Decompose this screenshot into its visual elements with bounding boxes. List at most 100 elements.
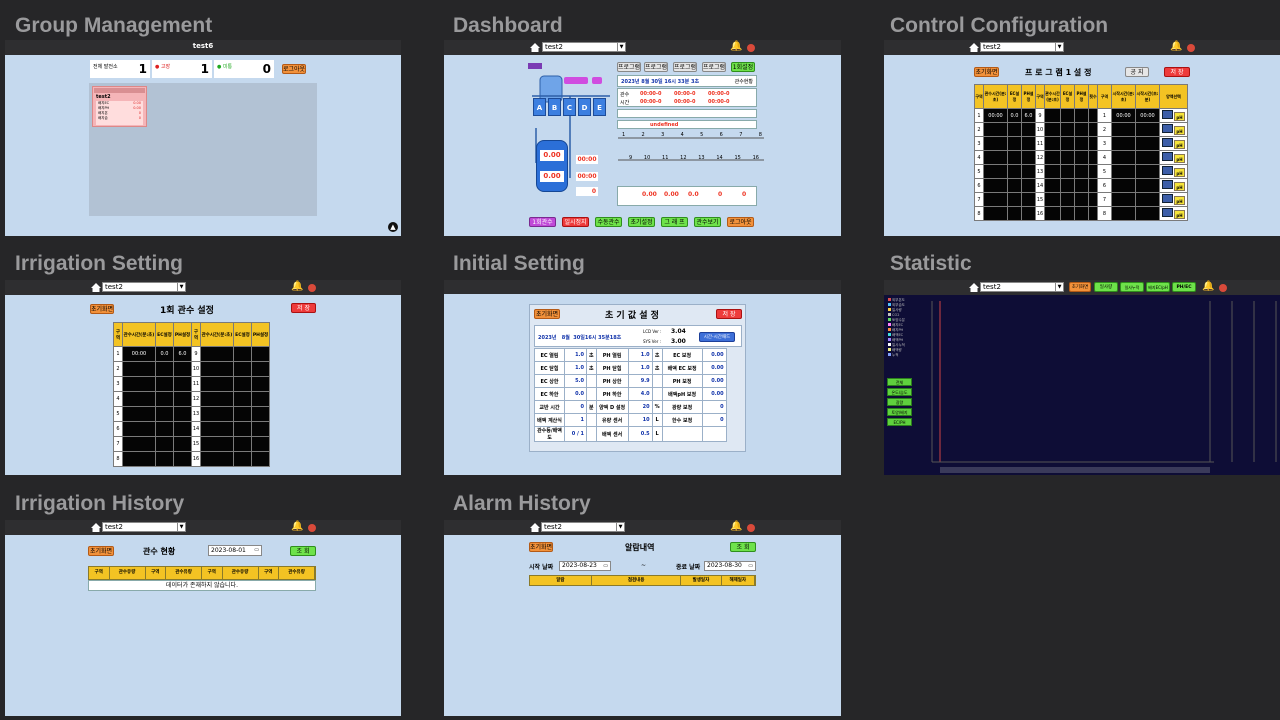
ph-button[interactable]: pH: [1174, 140, 1185, 149]
program-4-button[interactable]: 프로그램4: [702, 62, 726, 72]
program-cell[interactable]: [1007, 164, 1022, 179]
logout-button[interactable]: 로그아웃: [727, 217, 754, 227]
filter-button[interactable]: 광량: [887, 398, 912, 406]
program-cell[interactable]: [983, 150, 1008, 165]
program-cell[interactable]: [1060, 206, 1075, 221]
program-cell[interactable]: [1007, 206, 1022, 221]
count-cell[interactable]: [1088, 178, 1098, 193]
setting-cell[interactable]: [233, 361, 252, 377]
program-cell[interactable]: [1044, 192, 1061, 207]
tab-ph-ec[interactable]: PH/EC: [1172, 282, 1196, 292]
setting-cell[interactable]: [122, 361, 156, 377]
start-time-cell[interactable]: 00:00: [1135, 108, 1160, 123]
home-screen-button[interactable]: 초기화면: [1069, 282, 1091, 292]
scroll-up-icon[interactable]: ▲: [388, 222, 398, 232]
program-cell[interactable]: [983, 192, 1008, 207]
program-cell[interactable]: [1021, 178, 1036, 193]
program-cell[interactable]: [1007, 150, 1022, 165]
site-select[interactable]: test2 ▼: [102, 282, 186, 292]
program-cell[interactable]: [1007, 136, 1022, 151]
home-screen-button[interactable]: 초기화면: [88, 546, 114, 556]
nutrient-button[interactable]: [1162, 180, 1173, 189]
program-cell[interactable]: [1044, 150, 1061, 165]
once-irrigation-button[interactable]: 1회관수: [529, 217, 556, 227]
start-time-cell[interactable]: [1135, 192, 1160, 207]
start-time-cell[interactable]: [1135, 122, 1160, 137]
pause-button[interactable]: 일시정지: [562, 217, 589, 227]
date-input[interactable]: 2023-08-01 ▭: [208, 545, 262, 556]
query-button[interactable]: 조 회: [290, 546, 316, 556]
program-cell[interactable]: [1074, 108, 1089, 123]
setting-value[interactable]: 0.0: [564, 387, 587, 401]
filter-button[interactable]: 전체: [887, 378, 912, 386]
ph-button[interactable]: pH: [1174, 126, 1185, 135]
setting-value[interactable]: 0: [701, 400, 727, 414]
program-cell[interactable]: 6.0: [1021, 108, 1036, 123]
save-button[interactable]: 저 장: [1164, 67, 1190, 77]
filter-button[interactable]: 온도/습도: [887, 388, 912, 396]
home-icon[interactable]: [91, 523, 101, 532]
program-cell[interactable]: [1044, 122, 1061, 137]
alarm-status-icon[interactable]: [308, 524, 316, 532]
filter-button[interactable]: EC/PH: [887, 418, 912, 426]
setting-cell[interactable]: [173, 376, 192, 392]
program-cell[interactable]: [1021, 164, 1036, 179]
bell-icon[interactable]: 🔔: [291, 281, 303, 292]
legend-item[interactable]: 누적: [888, 353, 914, 358]
setting-cell[interactable]: [155, 406, 174, 422]
setting-cell[interactable]: [200, 451, 234, 467]
setting-value[interactable]: 4.0: [627, 387, 653, 401]
setting-cell[interactable]: [251, 391, 270, 407]
ph-button[interactable]: pH: [1174, 210, 1185, 219]
setting-cell[interactable]: [173, 451, 192, 467]
program-cell[interactable]: [983, 206, 1008, 221]
setting-cell[interactable]: [155, 376, 174, 392]
program-cell[interactable]: 00:00: [983, 108, 1008, 123]
start-time-cell[interactable]: [1135, 206, 1160, 221]
nutrient-button[interactable]: [1162, 152, 1173, 161]
setting-value[interactable]: 5.0: [564, 374, 587, 388]
setting-cell[interactable]: [233, 391, 252, 407]
setting-cell[interactable]: [251, 376, 270, 392]
program-cell[interactable]: [1074, 136, 1089, 151]
filter-button[interactable]: 토양/배지: [887, 408, 912, 416]
setting-cell[interactable]: [251, 436, 270, 452]
setting-cell[interactable]: [173, 361, 192, 377]
program-cell[interactable]: [1074, 122, 1089, 137]
setting-cell[interactable]: 0.0: [155, 346, 174, 362]
setting-cell[interactable]: [233, 376, 252, 392]
start-time-cell[interactable]: [1111, 192, 1136, 207]
program-3-button[interactable]: 프로그램3: [673, 62, 697, 72]
query-button[interactable]: 조 회: [730, 542, 756, 552]
setting-cell[interactable]: [233, 421, 252, 437]
program-cell[interactable]: [1060, 178, 1075, 193]
setting-value[interactable]: 20: [627, 400, 653, 414]
program-cell[interactable]: [1074, 178, 1089, 193]
start-time-cell[interactable]: [1111, 150, 1136, 165]
start-time-cell[interactable]: [1135, 150, 1160, 165]
setting-value[interactable]: 1.0: [627, 348, 653, 362]
setting-value[interactable]: 0.00: [701, 361, 727, 375]
program-cell[interactable]: [1044, 206, 1061, 221]
nutrient-button[interactable]: [1162, 194, 1173, 203]
nutrient-button[interactable]: [1162, 208, 1173, 217]
setting-cell[interactable]: [251, 346, 270, 362]
setting-cell[interactable]: [122, 376, 156, 392]
once-setting-button[interactable]: 1회설정: [731, 62, 755, 72]
setting-cell[interactable]: [251, 451, 270, 467]
start-time-cell[interactable]: [1111, 164, 1136, 179]
home-icon[interactable]: [530, 523, 540, 532]
program-cell[interactable]: [1021, 122, 1036, 137]
setting-value[interactable]: 1.0: [564, 348, 587, 362]
start-time-cell[interactable]: [1111, 206, 1136, 221]
setting-value[interactable]: 9.9: [627, 374, 653, 388]
setting-value[interactable]: 0: [701, 413, 727, 427]
start-date-input[interactable]: 2023-08-23 ▭: [559, 561, 611, 571]
setting-value[interactable]: 0 / 1: [564, 426, 587, 442]
setting-cell[interactable]: [173, 436, 192, 452]
start-time-cell[interactable]: [1135, 178, 1160, 193]
setting-cell[interactable]: [251, 361, 270, 377]
count-cell[interactable]: [1088, 136, 1098, 151]
setting-cell[interactable]: [200, 346, 234, 362]
program-cell[interactable]: [1021, 192, 1036, 207]
